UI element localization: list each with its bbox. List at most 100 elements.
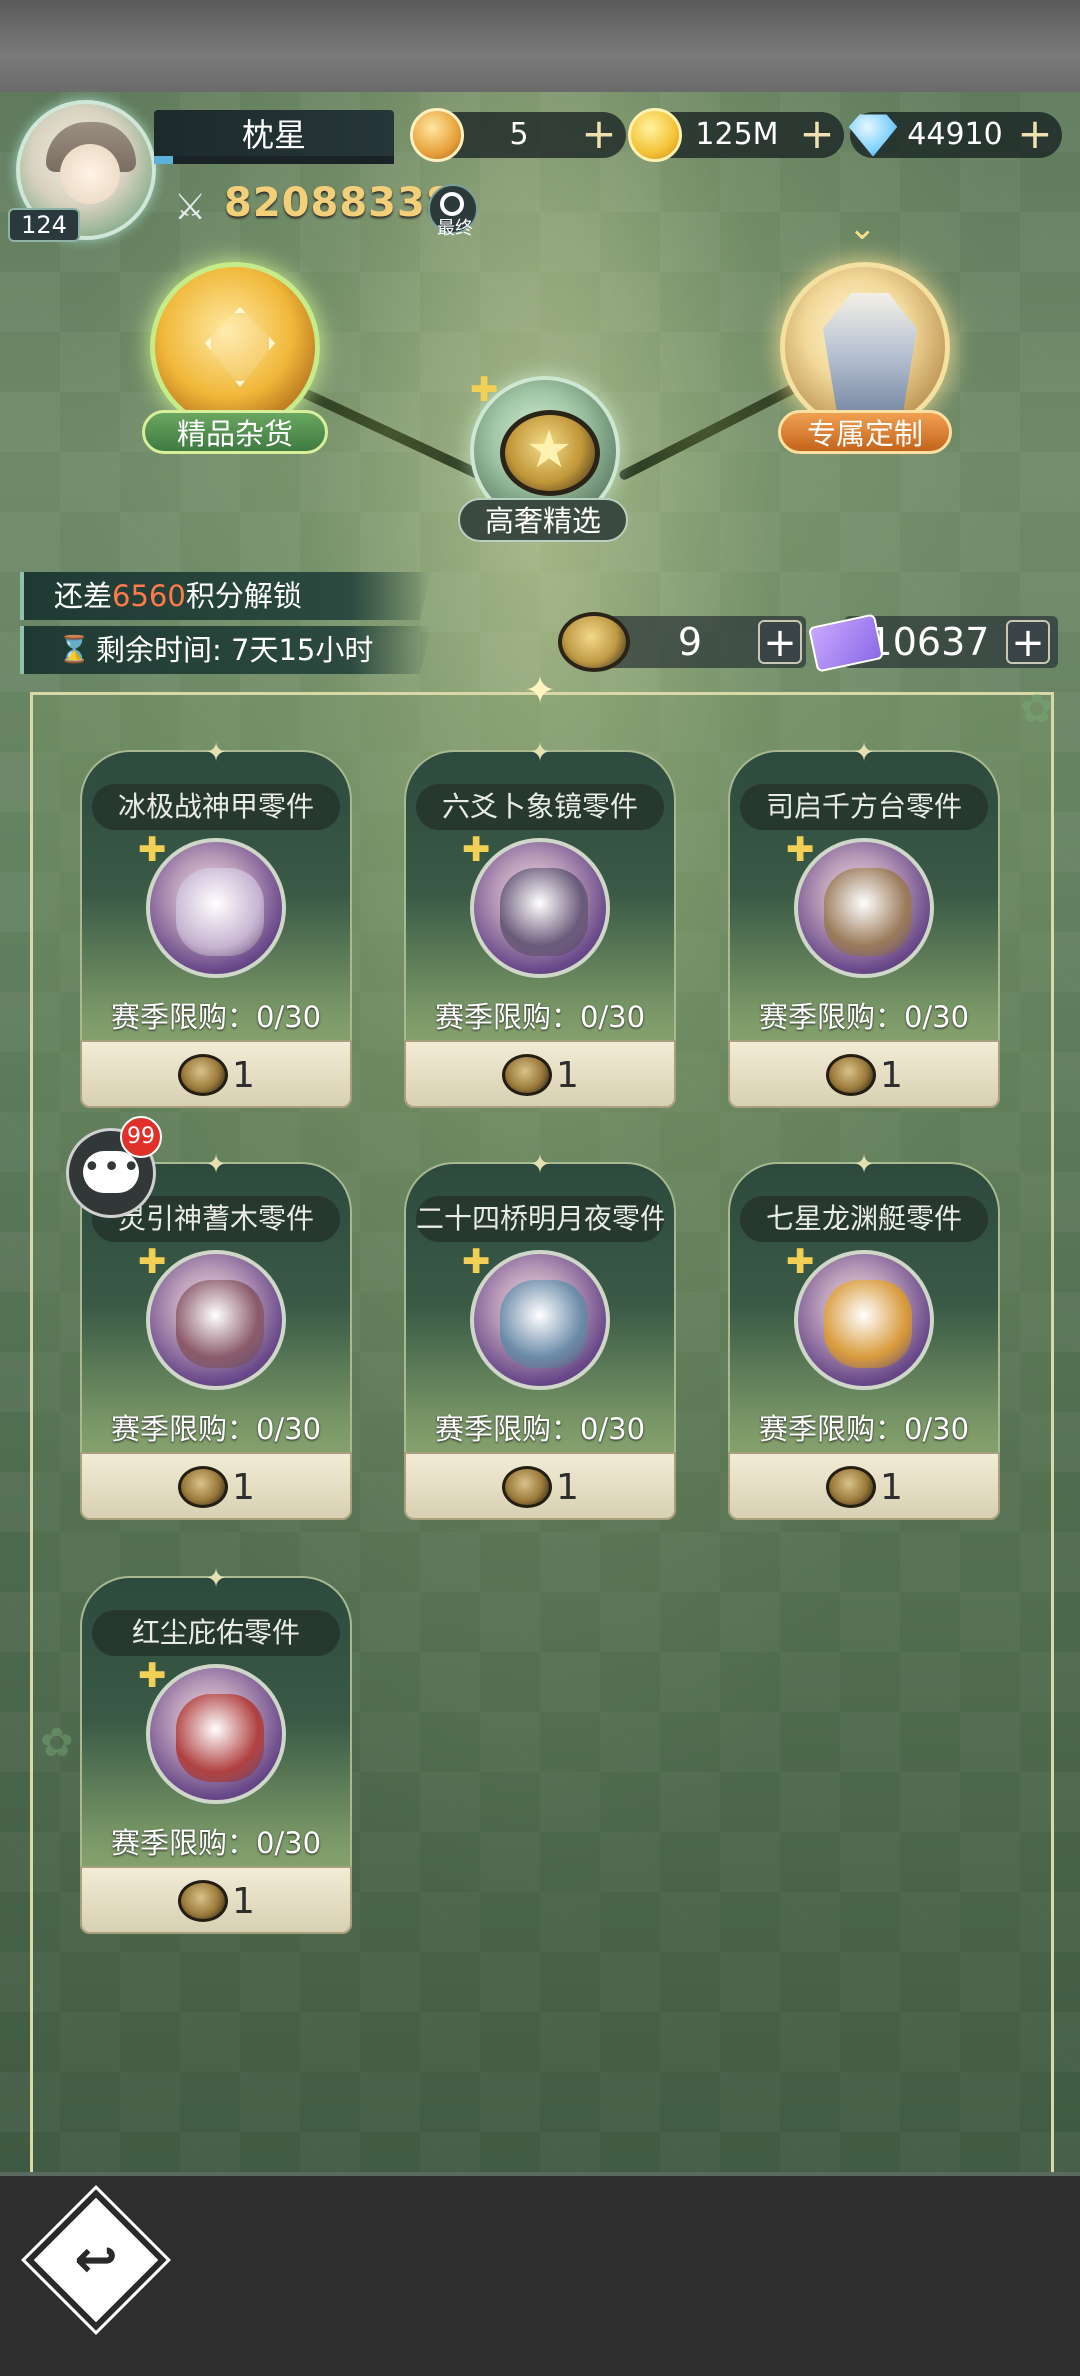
buy-button[interactable]: 1 <box>80 1452 352 1520</box>
purchase-limit: 赛季限购：0/30 <box>434 1000 646 1034</box>
purchase-limit: 赛季限购：0/30 <box>434 1412 646 1446</box>
status-strip <box>0 0 1080 92</box>
item-name: 二十四桥明月夜零件 <box>416 1196 664 1242</box>
panel-ornament-icon: ✦ <box>524 668 556 712</box>
buy-button[interactable]: 1 <box>404 1452 676 1520</box>
unlock-points-banner: 还差6560积分解锁 <box>20 572 432 620</box>
avatar-face <box>60 144 120 204</box>
token-coin-icon <box>178 1466 228 1508</box>
card-ornament-icon: ✦ <box>529 1150 551 1180</box>
buy-button[interactable]: 1 <box>80 1040 352 1108</box>
card-ornament-icon: ✦ <box>529 738 551 768</box>
puzzle-icon: ✚ <box>470 370 499 410</box>
rank-button[interactable]: 最终 <box>428 184 478 239</box>
puzzle-icon: ✚ <box>462 1242 491 1282</box>
part-image <box>176 868 264 956</box>
purchase-limit: 赛季限购：0/30 <box>758 1000 970 1034</box>
remaining-time: 剩余时间: 7天15小时 <box>96 633 374 667</box>
player-avatar[interactable]: 124 <box>8 96 168 246</box>
add-gold-button[interactable]: + <box>798 113 836 155</box>
mecha-portrait <box>780 262 950 432</box>
part-image <box>500 868 588 956</box>
buy-button[interactable]: 1 <box>728 1040 1000 1108</box>
chat-icon: ••• <box>83 1151 140 1193</box>
gold-medal-icon <box>410 108 464 162</box>
shop-label: 高奢精选 <box>458 498 628 542</box>
puzzle-icon: ✚ <box>138 1242 167 1282</box>
item-price: 1 <box>232 1881 255 1922</box>
puzzle-icon: ✚ <box>138 1656 167 1696</box>
token-coin-icon <box>826 1466 876 1508</box>
puzzle-icon: ✚ <box>786 1242 815 1282</box>
token-balance: 9 + <box>600 616 806 668</box>
item-price: 1 <box>880 1467 903 1508</box>
token-coin-icon <box>502 1466 552 1508</box>
add-medal-button[interactable]: + <box>580 113 618 155</box>
pawprint-icon: ✿ <box>1020 686 1054 732</box>
part-image <box>500 1280 588 1368</box>
unlock-prefix: 还差 <box>54 579 113 613</box>
token-coin-icon <box>178 1054 228 1096</box>
shop-boutique-goods[interactable]: 精品杂货 <box>142 262 328 462</box>
bottom-bar <box>0 2172 1080 2376</box>
item-name: 司启千方台零件 <box>740 784 988 830</box>
add-token-button[interactable]: + <box>758 620 802 664</box>
player-name: 枕星 <box>241 116 306 154</box>
star-icon: ★ <box>525 420 573 480</box>
buy-button[interactable]: 1 <box>728 1452 1000 1520</box>
shop-label: 精品杂货 <box>142 410 328 454</box>
purchase-limit: 赛季限购：0/30 <box>110 1826 322 1860</box>
card-ornament-icon: ✦ <box>853 1150 875 1180</box>
puzzle-icon: ✚ <box>138 830 167 870</box>
currency-gold: 125M + <box>628 108 844 162</box>
item-price: 1 <box>556 1467 579 1508</box>
buy-button[interactable]: 1 <box>80 1866 352 1934</box>
item-card[interactable]: ✦ 二十四桥明月夜零件 ✚ 赛季限购：0/30 1 <box>404 1150 676 1520</box>
item-price: 1 <box>232 1055 255 1096</box>
item-card[interactable]: ✦ 六爻卜象镜零件 ✚ 赛季限购：0/30 1 <box>404 738 676 1108</box>
combat-power: 82088338 <box>224 180 455 226</box>
hourglass-icon: ⌛ <box>58 635 91 665</box>
rank-label: 最终 <box>437 218 473 239</box>
purchase-limit: 赛季限购：0/30 <box>758 1412 970 1446</box>
token-value: 9 <box>677 620 703 664</box>
token-coin-icon <box>178 1880 228 1922</box>
item-card[interactable]: ✦ 司启千方台零件 ✚ 赛季限购：0/30 1 <box>728 738 1000 1108</box>
chevron-down-icon: ⌄ <box>848 208 877 248</box>
card-ornament-icon: ✦ <box>205 1150 227 1180</box>
back-arrow-icon: ↩ <box>74 2230 118 2290</box>
item-price: 1 <box>880 1055 903 1096</box>
currency-medal: 5 + <box>410 108 626 162</box>
currency-value: 125M <box>695 117 779 152</box>
pawprint-icon: ✿ <box>40 1720 74 1766</box>
token-coin-icon <box>826 1054 876 1096</box>
exp-progress-fill <box>154 156 174 164</box>
purchase-limit: 赛季限购：0/30 <box>110 1000 322 1034</box>
token-coin-icon <box>502 1054 552 1096</box>
add-diamond-button[interactable]: + <box>1016 113 1054 155</box>
card-ornament-icon: ✦ <box>205 738 227 768</box>
buy-button[interactable]: 1 <box>404 1040 676 1108</box>
part-image <box>176 1280 264 1368</box>
diamond-emblem-icon <box>205 307 275 387</box>
unlock-points: 6560 <box>112 579 186 613</box>
shop-exclusive-custom[interactable]: 专属定制 <box>778 262 954 462</box>
magnifier-icon <box>440 192 464 216</box>
item-price: 1 <box>556 1055 579 1096</box>
card-ornament-icon: ✦ <box>205 1564 227 1594</box>
card-ornament-icon: ✦ <box>853 738 875 768</box>
token-coin-icon <box>558 612 630 672</box>
part-image <box>824 1280 912 1368</box>
shop-label: 专属定制 <box>778 410 952 454</box>
part-image <box>176 1694 264 1782</box>
item-name: 七星龙渊艇零件 <box>740 1196 988 1242</box>
item-card[interactable]: ✦ 红尘庇佑零件 ✚ 赛季限购：0/30 1 <box>80 1564 352 1934</box>
add-ticket-button[interactable]: + <box>1006 620 1050 664</box>
item-name: 冰极战神甲零件 <box>92 784 340 830</box>
item-card[interactable]: ✦ 冰极战神甲零件 ✚ 赛季限购：0/30 1 <box>80 738 352 1108</box>
currency-value: 5 <box>509 117 529 152</box>
currency-value: 44910 <box>907 117 1003 152</box>
part-image <box>824 868 912 956</box>
item-card[interactable]: ✦ 七星龙渊艇零件 ✚ 赛季限购：0/30 1 <box>728 1150 1000 1520</box>
exp-progress-bar <box>154 156 394 164</box>
